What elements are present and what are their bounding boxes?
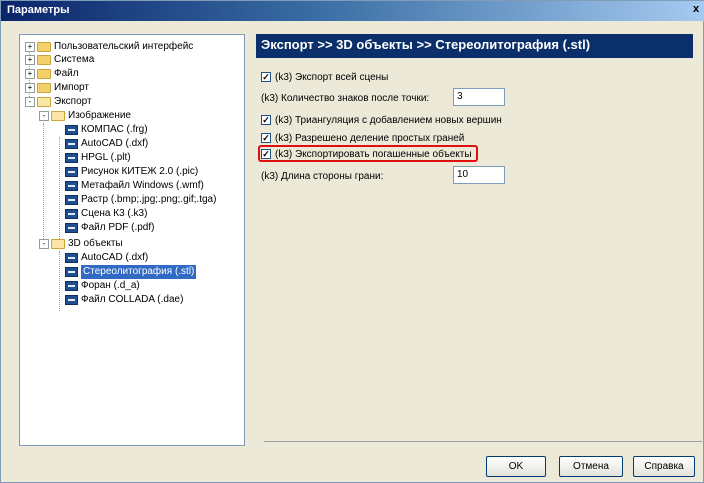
title-bar[interactable]: Параметры x: [1, 1, 704, 21]
file-format-icon: [65, 181, 78, 191]
split-faces-row[interactable]: ✓ (k3) Разрешено деление простых граней: [261, 131, 464, 145]
tree-item-image[interactable]: - Изображение: [39, 109, 131, 123]
file-format-icon: [65, 267, 78, 277]
options-dialog: Параметры x + Пользовательский интерфейс…: [0, 0, 704, 483]
tree-item-label: Файл: [54, 68, 79, 79]
export-all-scene-row[interactable]: ✓ (k3) Экспорт всей сцены: [261, 70, 388, 84]
face-length-label: (k3) Длина стороны грани:: [261, 170, 384, 182]
tree-item-stl[interactable]: Стереолитография (.stl): [65, 265, 197, 279]
close-icon[interactable]: x: [689, 3, 703, 17]
tree-item-label: Импорт: [54, 82, 89, 93]
folder-open-icon: [37, 97, 51, 107]
tree-item-label: Файл COLLADA (.dae): [81, 294, 184, 305]
tree-item-label: Рисунок КИТЕЖ 2.0 (.pic): [81, 166, 199, 177]
tree-item-label: AutoCAD (.dxf): [81, 138, 149, 149]
window-title: Параметры: [7, 4, 70, 16]
export-suppressed-checkbox[interactable]: ✓: [261, 149, 271, 159]
tree-item-file[interactable]: + Файл: [25, 67, 79, 81]
tree-item-system[interactable]: + Система: [25, 53, 94, 67]
help-button[interactable]: Справка: [633, 456, 695, 477]
tree-item-label-selected: Стереолитография (.stl): [81, 265, 197, 279]
expand-icon[interactable]: +: [25, 69, 35, 79]
tree-item-label: Форан (.d_a): [81, 280, 140, 291]
file-format-icon: [65, 125, 78, 135]
panel-divider: [264, 441, 702, 442]
ok-button[interactable]: OK: [486, 456, 546, 477]
tree-item-scene-k3[interactable]: Сцена К3 (.k3): [65, 207, 147, 221]
tree-item-wmf[interactable]: Метафайл Windows (.wmf): [65, 179, 204, 193]
settings-tree[interactable]: + Пользовательский интерфейс + Система +…: [19, 34, 245, 446]
face-length-row: (k3) Длина стороны грани:: [261, 169, 383, 183]
decimal-places-label: (k3) Количество знаков после точки:: [261, 92, 430, 104]
export-suppressed-label: (k3) Экспортировать погашенные объекты: [275, 148, 472, 160]
export-all-scene-label: (k3) Экспорт всей сцены: [275, 71, 389, 83]
folder-open-icon: [51, 239, 65, 249]
tree-item-autocad-dxf[interactable]: AutoCAD (.dxf): [65, 137, 148, 151]
tree-item-label: 3D объекты: [68, 238, 123, 249]
tree-line: [43, 123, 44, 239]
tree-item-user-interface[interactable]: + Пользовательский интерфейс: [25, 40, 193, 54]
cancel-button[interactable]: Отмена: [559, 456, 623, 477]
split-faces-label: (k3) Разрешено деление простых граней: [275, 132, 465, 144]
tree-item-label: Метафайл Windows (.wmf): [81, 180, 204, 191]
tree-item-label: Экспорт: [54, 96, 92, 107]
tree-item-label: HPGL (.plt): [81, 152, 131, 163]
panel-title: Экспорт >> 3D объекты >> Стереолитографи…: [261, 37, 591, 52]
export-all-scene-checkbox[interactable]: ✓: [261, 72, 271, 82]
folder-icon: [37, 69, 51, 79]
expand-icon[interactable]: +: [25, 42, 35, 52]
tree-item-hpgl[interactable]: HPGL (.plt): [65, 151, 131, 165]
tree-item-label: Пользовательский интерфейс: [54, 41, 194, 52]
tree-item-label: AutoCAD (.dxf): [81, 252, 149, 263]
file-format-icon: [65, 195, 78, 205]
tree-item-label: Изображение: [68, 110, 131, 121]
folder-open-icon: [51, 111, 65, 121]
face-length-input[interactable]: 10: [453, 166, 505, 184]
file-format-icon: [65, 253, 78, 263]
folder-icon: [37, 42, 51, 52]
decimal-places-row: (k3) Количество знаков после точки:: [261, 91, 429, 105]
folder-icon: [37, 55, 51, 65]
file-format-icon: [65, 209, 78, 219]
tree-item-label: Сцена К3 (.k3): [81, 208, 148, 219]
expand-icon[interactable]: +: [25, 83, 35, 93]
tree-item-label: КОМПАС (.frg): [81, 124, 148, 135]
tree-item-collada[interactable]: Файл COLLADA (.dae): [65, 293, 183, 307]
tree-item-label: Растр (.bmp;.jpg;.png;.gif;.tga): [81, 194, 217, 205]
tree-item-kompas-frg[interactable]: КОМПАС (.frg): [65, 123, 148, 137]
file-format-icon: [65, 167, 78, 177]
expand-icon[interactable]: +: [25, 55, 35, 65]
triangulation-checkbox[interactable]: ✓: [261, 115, 271, 125]
tree-line: [59, 251, 60, 311]
panel-header: Экспорт >> 3D объекты >> Стереолитографи…: [256, 34, 693, 58]
tree-item-pdf[interactable]: Файл PDF (.pdf): [65, 221, 154, 235]
tree-item-3d-autocad-dxf[interactable]: AutoCAD (.dxf): [65, 251, 148, 265]
collapse-icon[interactable]: -: [25, 97, 35, 107]
tree-item-raster[interactable]: Растр (.bmp;.jpg;.png;.gif;.tga): [65, 193, 216, 207]
tree-item-foran[interactable]: Форан (.d_a): [65, 279, 140, 293]
tree-item-kitezh-pic[interactable]: Рисунок КИТЕЖ 2.0 (.pic): [65, 165, 198, 179]
collapse-icon[interactable]: -: [39, 111, 49, 121]
decimal-places-input[interactable]: 3: [453, 88, 505, 106]
tree-item-export[interactable]: - Экспорт: [25, 95, 92, 109]
export-suppressed-row[interactable]: ✓ (k3) Экспортировать погашенные объекты: [261, 147, 472, 161]
file-format-icon: [65, 295, 78, 305]
tree-item-label: Файл PDF (.pdf): [81, 222, 155, 233]
tree-item-label: Система: [54, 54, 95, 65]
tree-item-3d-objects[interactable]: - 3D объекты: [39, 237, 123, 251]
tree-line: [59, 137, 60, 239]
tree-item-import[interactable]: + Импорт: [25, 81, 89, 95]
file-format-icon: [65, 153, 78, 163]
file-format-icon: [65, 223, 78, 233]
file-format-icon: [65, 139, 78, 149]
folder-icon: [37, 83, 51, 93]
settings-panel: Экспорт >> 3D объекты >> Стереолитографи…: [256, 34, 693, 442]
triangulation-label: (k3) Триангуляция с добавлением новых ве…: [275, 114, 502, 126]
split-faces-checkbox[interactable]: ✓: [261, 133, 271, 143]
collapse-icon[interactable]: -: [39, 239, 49, 249]
file-format-icon: [65, 281, 78, 291]
triangulation-row[interactable]: ✓ (k3) Триангуляция с добавлением новых …: [261, 113, 502, 127]
